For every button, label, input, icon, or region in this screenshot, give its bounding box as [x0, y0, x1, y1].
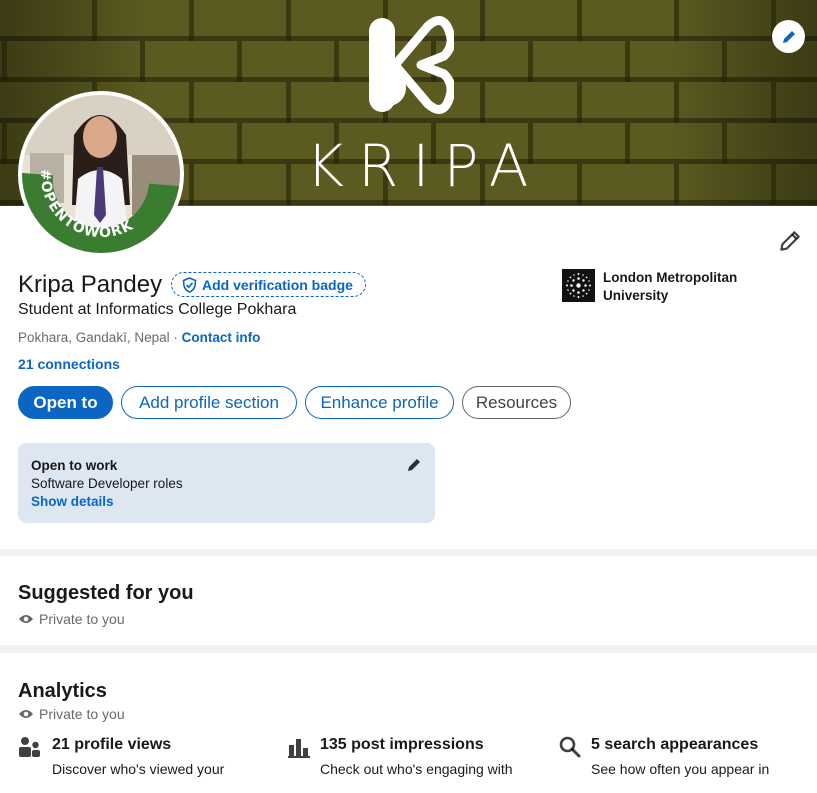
bar-chart-icon: [288, 739, 310, 758]
post-impressions-title: 135 post impressions: [320, 736, 484, 753]
show-details-link[interactable]: Show details: [31, 494, 114, 509]
analytics-title: Analytics: [18, 680, 107, 702]
profile-name: Kripa Pandey: [18, 271, 163, 298]
open-to-work-title: Open to work: [31, 458, 118, 473]
london-met-logo-icon: [566, 273, 591, 298]
add-verification-badge-button[interactable]: Add verification badge: [171, 272, 366, 297]
school-logo: [562, 269, 595, 302]
search-icon: [559, 736, 581, 758]
profile-avatar[interactable]: #OPENTOWORK: [18, 91, 184, 257]
suggested-privacy: Private to you: [18, 611, 125, 627]
suggested-privacy-label: Private to you: [39, 611, 125, 627]
profile-card: KRIPA #OPENTOWORK Kripa Pandey Add verif…: [0, 0, 817, 549]
profile-views-subtitle: Discover who's viewed your: [52, 761, 225, 777]
suggested-for-you-card: Suggested for you Private to you: [0, 556, 817, 645]
profile-location-line: Pokhara, Gandakī, Nepal · Contact info: [18, 330, 260, 345]
school-name: London Metropolitan University: [603, 270, 738, 303]
enhance-profile-button[interactable]: Enhance profile: [305, 386, 454, 419]
analytics-privacy: Private to you: [18, 706, 125, 722]
post-impressions-subtitle: Check out who's engaging with: [320, 761, 513, 777]
eye-icon: [19, 710, 33, 718]
contact-info-link[interactable]: Contact info: [182, 330, 261, 345]
kripa-k-logo-icon: [369, 16, 454, 114]
profile-headline: Student at Informatics College Pokhara: [18, 301, 297, 318]
profile-location: Pokhara, Gandakī, Nepal: [18, 330, 170, 345]
resources-button[interactable]: Resources: [462, 386, 571, 419]
edit-open-to-work-pencil-icon[interactable]: [406, 457, 422, 473]
post-impressions-metric[interactable]: 135 post impressions Check out who's eng…: [288, 736, 513, 777]
shield-check-icon: [182, 276, 197, 293]
add-profile-section-button[interactable]: Add profile section: [121, 386, 297, 419]
verification-badge-label: Add verification badge: [202, 276, 353, 293]
edit-intro-pencil-icon[interactable]: [777, 228, 803, 254]
eye-icon: [19, 615, 33, 623]
connections-link[interactable]: 21 connections: [18, 356, 120, 372]
suggested-title: Suggested for you: [18, 582, 194, 604]
search-appearances-subtitle: See how often you appear in: [591, 761, 770, 777]
analytics-privacy-label: Private to you: [39, 706, 125, 722]
profile-views-metric[interactable]: 21 profile views Discover who's viewed y…: [18, 736, 224, 777]
analytics-card: Analytics Private to you 21 profile view…: [0, 653, 817, 793]
profile-views-title: 21 profile views: [52, 736, 172, 753]
education-school-link[interactable]: London Metropolitan University: [562, 269, 763, 305]
search-appearances-metric[interactable]: 5 search appearances See how often you a…: [559, 736, 769, 777]
open-to-work-card[interactable]: Open to work Software Developer roles Sh…: [18, 443, 435, 523]
people-icon: [19, 737, 40, 757]
banner-brand-text: KRIPA: [306, 132, 543, 200]
pencil-icon: [782, 30, 795, 43]
location-separator: ·: [169, 330, 182, 345]
search-appearances-title: 5 search appearances: [591, 736, 759, 753]
open-to-button[interactable]: Open to: [18, 386, 113, 419]
edit-banner-button[interactable]: [772, 20, 805, 53]
profile-action-buttons: Open to Add profile section Enhance prof…: [18, 386, 571, 419]
open-to-work-roles: Software Developer roles: [31, 476, 183, 491]
